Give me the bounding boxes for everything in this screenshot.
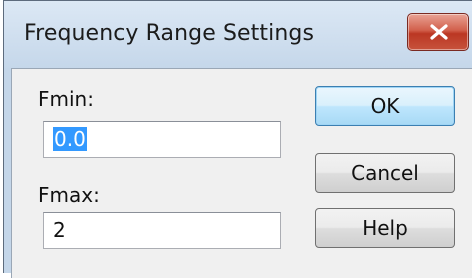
fmin-input[interactable]: 0.0 xyxy=(43,121,281,158)
fmax-value: 2 xyxy=(53,218,66,242)
frequency-range-dialog: Frequency Range Settings Fmin: 0.0 Fmax:… xyxy=(3,0,472,278)
close-icon xyxy=(430,24,448,40)
fmin-label: Fmin: xyxy=(38,87,94,111)
fmin-value: 0.0 xyxy=(53,127,87,151)
close-button[interactable] xyxy=(407,13,469,51)
help-button[interactable]: Help xyxy=(315,208,455,248)
cancel-button[interactable]: Cancel xyxy=(315,153,455,193)
dialog-title: Frequency Range Settings xyxy=(24,21,315,46)
title-bar[interactable]: Frequency Range Settings xyxy=(4,1,472,68)
fmax-label: Fmax: xyxy=(38,183,100,207)
fmax-input[interactable]: 2 xyxy=(43,212,281,249)
ok-button[interactable]: OK xyxy=(315,86,455,126)
dialog-body: Fmin: 0.0 Fmax: 2 OK Cancel Help xyxy=(11,68,472,278)
